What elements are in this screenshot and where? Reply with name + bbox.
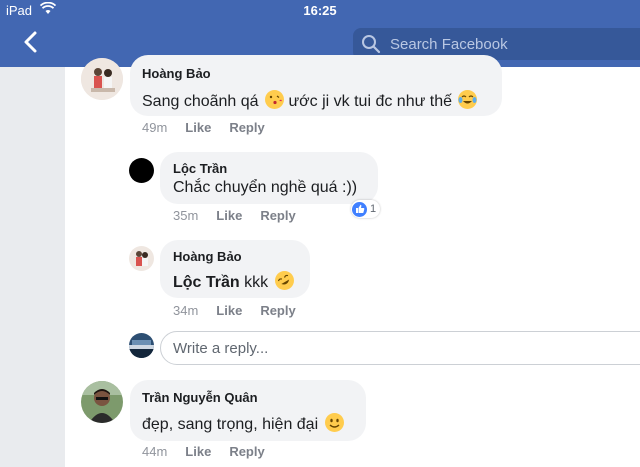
comment-meta: 35m Like Reply	[173, 208, 314, 223]
comment-text: Lộc Trần kkk	[173, 271, 294, 292]
smile-emoji-icon	[324, 413, 344, 432]
like-link[interactable]: Like	[216, 303, 242, 318]
comment-text-part: ước ji vk tui đc như thế	[288, 93, 452, 110]
search-placeholder: Search Facebook	[390, 36, 508, 53]
like-link[interactable]: Like	[185, 444, 211, 459]
comment-text-part: kkk	[244, 274, 269, 291]
rofl-emoji-icon	[274, 271, 294, 290]
comment-text: đẹp, sang trọng, hiện đại	[142, 413, 344, 434]
reply-link[interactable]: Reply	[229, 444, 264, 459]
mention-link[interactable]: Lộc Trần	[173, 274, 240, 291]
comment-time[interactable]: 35m	[173, 208, 198, 223]
comment-author[interactable]: Hoàng Bảo	[173, 249, 242, 264]
comment-text: Chắc chuyển nghề quá :))	[173, 179, 358, 196]
current-user-avatar	[129, 333, 154, 358]
clock: 16:25	[303, 3, 337, 18]
reply-link[interactable]: Reply	[260, 303, 295, 318]
reply-link[interactable]: Reply	[229, 120, 264, 135]
avatar[interactable]	[81, 381, 123, 423]
back-button[interactable]	[22, 30, 44, 58]
comment-feed: Hoàng Bảo Sang choãnh qá ước ji vk tui đ…	[0, 55, 640, 467]
feed-gutter	[0, 67, 65, 467]
avatar[interactable]	[129, 158, 154, 183]
reply-link[interactable]: Reply	[260, 208, 295, 223]
comment-meta: 44m Like Reply	[142, 444, 283, 459]
search-icon	[362, 35, 381, 54]
comment-text-part: Sang choãnh qá	[142, 93, 259, 110]
status-bar: iPad 16:25	[0, 0, 640, 22]
thumbs-up-icon	[352, 201, 367, 217]
comment-time[interactable]: 34m	[173, 303, 198, 318]
comment-text: Sang choãnh qá ước ji vk tui đc như thế	[142, 90, 478, 111]
comment-meta: 49m Like Reply	[142, 120, 283, 135]
comment-meta: 34m Like Reply	[173, 303, 314, 318]
chevron-left-icon	[24, 31, 37, 53]
avatar[interactable]	[129, 246, 154, 271]
tears-of-joy-emoji-icon	[458, 90, 478, 109]
comment-text-part: đẹp, sang trọng, hiện đại	[142, 416, 319, 433]
comment-author[interactable]: Lộc Trần	[173, 161, 227, 176]
reply-placeholder: Write a reply...	[173, 340, 269, 357]
reaction-summary[interactable]: 1	[351, 200, 381, 218]
like-link[interactable]: Like	[185, 120, 211, 135]
reaction-count: 1	[370, 203, 377, 215]
avatar[interactable]	[81, 58, 123, 100]
like-link[interactable]: Like	[216, 208, 242, 223]
comment-time[interactable]: 49m	[142, 120, 167, 135]
kiss-emoji-icon	[265, 90, 284, 109]
comment-author[interactable]: Trần Nguyễn Quân	[142, 390, 258, 405]
comment-time[interactable]: 44m	[142, 444, 167, 459]
reply-input[interactable]: Write a reply...	[160, 331, 640, 365]
comment-author[interactable]: Hoàng Bảo	[142, 66, 211, 81]
